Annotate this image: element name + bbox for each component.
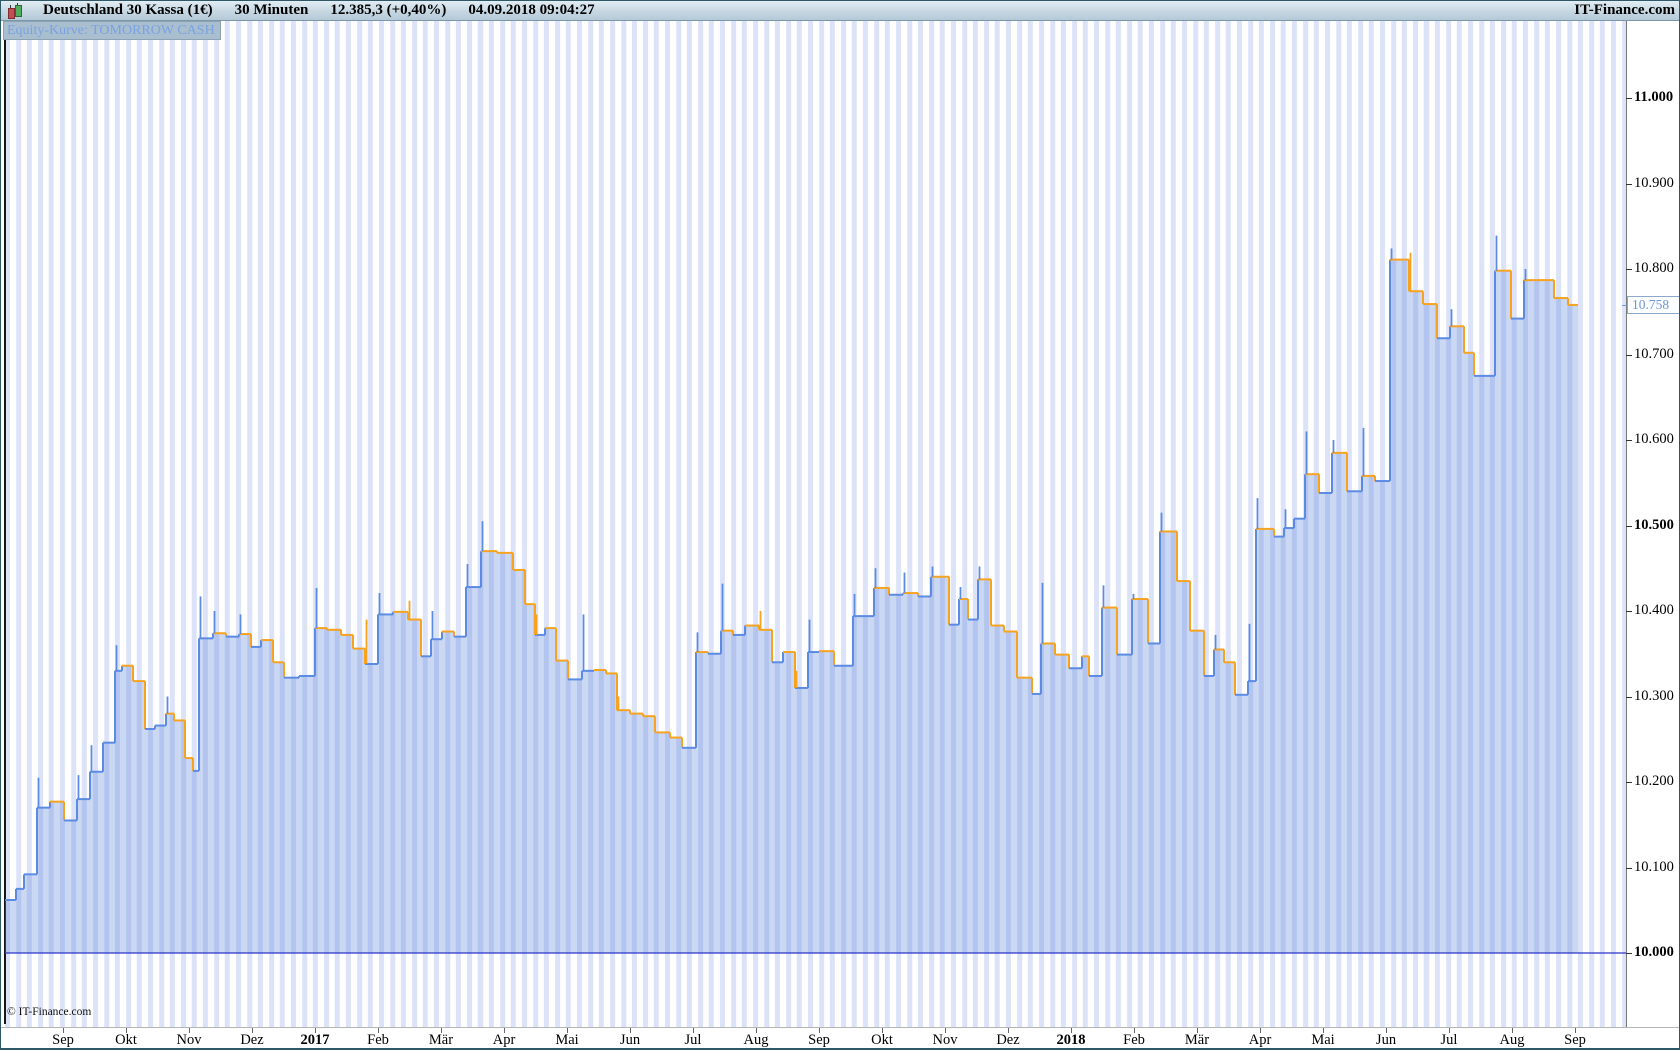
- y-axis-label: 10.300: [1634, 687, 1674, 704]
- x-axis-label: Jul: [684, 1032, 702, 1048]
- y-axis-tick: [1626, 354, 1632, 356]
- x-axis-label: Aug: [1499, 1032, 1525, 1048]
- equity-curve-label[interactable]: Equity-Kurve: TOMORROW CASH: [3, 21, 221, 40]
- y-axis-tick: [1626, 696, 1632, 698]
- x-axis-label: Mär: [1184, 1032, 1210, 1048]
- y-axis-tick: [1626, 269, 1632, 270]
- title-bar-left: Deutschland 30 Kassa (1€) 30 Minuten 12.…: [1, 1, 1574, 20]
- y-axis-tick: [1626, 867, 1632, 869]
- y-axis-tick: [1626, 183, 1632, 185]
- x-axis-label: Dez: [996, 1032, 1020, 1048]
- y-axis-label: 10.900: [1634, 174, 1674, 191]
- y-axis-tick: [1626, 525, 1632, 527]
- y-axis-label: 10.400: [1634, 601, 1674, 618]
- equity-area-fill: [5, 259, 1578, 954]
- chart-window: Deutschland 30 Kassa (1€) 30 Minuten 12.…: [0, 0, 1680, 1050]
- y-axis-label: 10.700: [1634, 345, 1674, 362]
- y-axis-tick: [1626, 611, 1632, 612]
- y-axis-tick: [1626, 98, 1632, 99]
- y-axis-label: 11.000: [1634, 88, 1674, 105]
- x-axis-label: Mai: [555, 1032, 579, 1048]
- y-axis-tick: [1626, 440, 1632, 441]
- y-axis-label: 10.500: [1634, 516, 1674, 533]
- y-axis-tick: [1626, 782, 1632, 783]
- current-value-box: 10.758: [1627, 295, 1679, 314]
- y-axis-label: 10.800: [1634, 259, 1674, 276]
- y-axis-label: 10.200: [1634, 772, 1674, 789]
- datetime-label: 04.09.2018 09:04:27: [468, 2, 595, 18]
- x-axis-label: Apr: [1248, 1032, 1272, 1048]
- x-axis-label: Feb: [1123, 1032, 1145, 1048]
- x-axis-label: Nov: [932, 1032, 958, 1048]
- price-axis-line: [1626, 21, 1627, 1027]
- x-axis-label: Nov: [176, 1032, 202, 1048]
- x-axis-label: Dez: [240, 1032, 264, 1048]
- copyright-label: © IT-Finance.com: [7, 1006, 92, 1018]
- y-axis-label: 10.100: [1634, 858, 1674, 875]
- x-axis-label: Aug: [743, 1032, 769, 1048]
- x-axis-label: Okt: [115, 1032, 137, 1048]
- brand-label: IT-Finance.com: [1574, 2, 1675, 18]
- x-axis-label: 2017: [300, 1032, 330, 1048]
- x-axis-label: Okt: [871, 1032, 893, 1048]
- x-axis-label: Apr: [492, 1032, 516, 1048]
- x-axis-label: Sep: [52, 1032, 74, 1048]
- equity-curve-chart[interactable]: [1, 21, 1627, 1027]
- x-axis-label: Jun: [619, 1032, 641, 1048]
- x-axis-label: 2018: [1056, 1032, 1086, 1048]
- last-price: 12.385,3 (+0,40%): [330, 2, 447, 18]
- x-axis-label: Jun: [1375, 1032, 1397, 1048]
- timeframe-label: 30 Minuten: [234, 2, 309, 18]
- y-axis-label: 10.000: [1634, 943, 1674, 960]
- x-axis-label: Sep: [1564, 1032, 1586, 1048]
- x-axis-label: Sep: [808, 1032, 830, 1048]
- y-axis-tick: [1626, 953, 1632, 954]
- candlestick-icon: [5, 2, 22, 19]
- x-axis-label: Feb: [367, 1032, 389, 1048]
- x-axis-label: Jul: [1440, 1032, 1458, 1048]
- x-axis-label: Mär: [428, 1032, 454, 1048]
- x-axis-label: Mai: [1311, 1032, 1335, 1048]
- title-bar: Deutschland 30 Kassa (1€) 30 Minuten 12.…: [1, 1, 1679, 21]
- time-axis[interactable]: Sep Okt Nov Dez 2017 Feb Mär Apr Mai Jun Jul Aug Sep…: [1, 1027, 1679, 1048]
- instrument-name: Deutschland 30 Kassa (1€): [43, 2, 213, 18]
- y-axis-label: 10.600: [1634, 430, 1674, 447]
